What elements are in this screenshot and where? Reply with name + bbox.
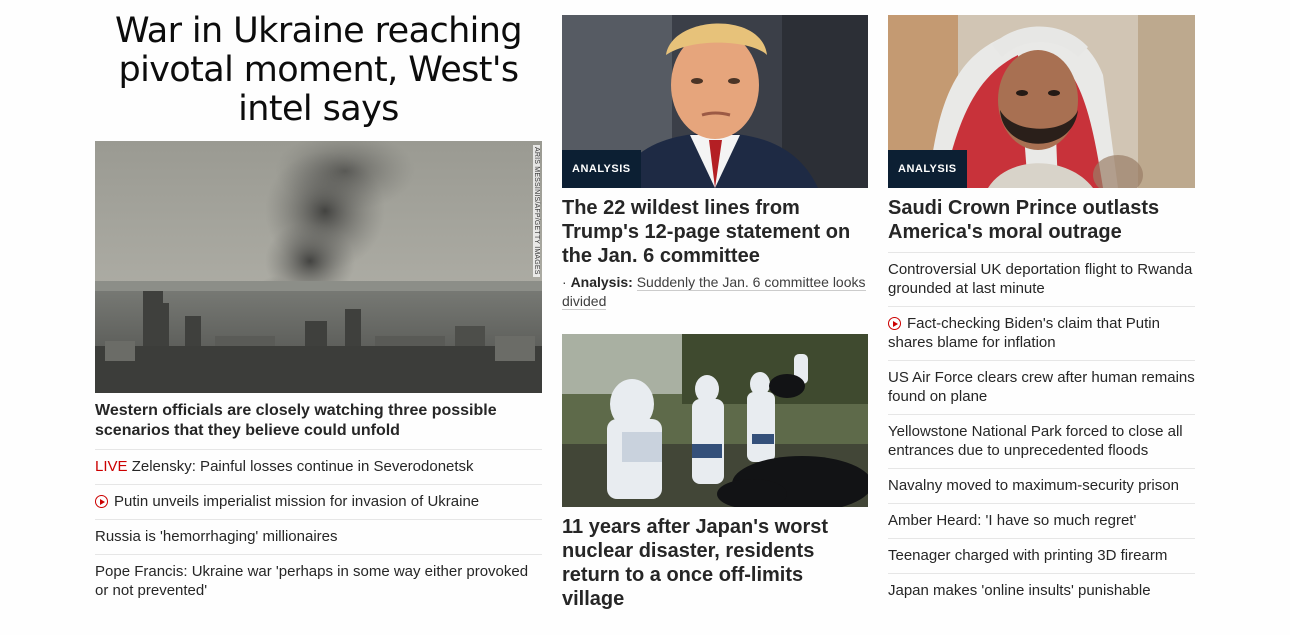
lead-story: War in Ukraine reaching pivotal moment, … xyxy=(95,0,542,608)
japan-image-graphic xyxy=(562,334,868,507)
list-item[interactable]: LIVE Zelensky: Painful losses continue i… xyxy=(95,449,542,484)
trump-story-card: ANALYSIS The 22 wildest lines from Trump… xyxy=(562,15,868,311)
list-item[interactable]: Russia is 'hemorrhaging' millionaires xyxy=(95,519,542,554)
lead-headline: War in Ukraine reaching pivotal moment, … xyxy=(114,11,523,129)
list-item[interactable]: Teenager charged with printing 3D firear… xyxy=(888,538,1195,573)
image-credit: ARIS MESSINIS/AFP/GETTY IMAGES xyxy=(533,145,540,277)
right-column: ANALYSIS Saudi Crown Prince outlasts Ame… xyxy=(888,0,1195,608)
card-title: 11 years after Japan's worst nuclear dis… xyxy=(562,516,829,610)
japan-title-link[interactable]: 11 years after Japan's worst nuclear dis… xyxy=(562,515,868,611)
japan-image[interactable] xyxy=(562,334,868,507)
saudi-story-card: ANALYSIS Saudi Crown Prince outlasts Ame… xyxy=(888,15,1195,244)
list-item-text: Japan makes 'online insults' punishable xyxy=(888,582,1151,599)
lead-image-graphic xyxy=(95,141,542,393)
trump-image[interactable]: ANALYSIS xyxy=(562,15,868,188)
lead-related-list: LIVE Zelensky: Painful losses continue i… xyxy=(95,449,542,608)
sub-label: Analysis: xyxy=(570,274,633,290)
japan-story-card: 11 years after Japan's worst nuclear dis… xyxy=(562,334,868,611)
card-title: Saudi Crown Prince outlasts America's mo… xyxy=(888,197,1160,243)
list-item-text: US Air Force clears crew after human rem… xyxy=(888,369,1195,405)
list-item-text: Navalny moved to maximum-security prison xyxy=(888,477,1179,494)
middle-column: ANALYSIS The 22 wildest lines from Trump… xyxy=(562,0,868,611)
list-item[interactable]: Pope Francis: Ukraine war 'perhaps in so… xyxy=(95,554,542,608)
list-item-text: Controversial UK deportation flight to R… xyxy=(888,261,1193,297)
list-item-text: Fact-checking Biden's claim that Putin s… xyxy=(888,315,1160,351)
list-item-text: Amber Heard: 'I have so much regret' xyxy=(888,512,1137,529)
play-video-icon xyxy=(888,317,901,330)
live-badge: LIVE xyxy=(95,458,128,475)
list-item[interactable]: Yellowstone National Park forced to clos… xyxy=(888,414,1195,468)
list-item[interactable]: Japan makes 'online insults' punishable xyxy=(888,573,1195,608)
list-item[interactable]: Controversial UK deportation flight to R… xyxy=(888,252,1195,306)
trump-title-link[interactable]: The 22 wildest lines from Trump's 12-pag… xyxy=(562,196,868,268)
list-item[interactable]: Navalny moved to maximum-security prison xyxy=(888,468,1195,503)
analysis-badge: ANALYSIS xyxy=(562,150,641,188)
card-title: The 22 wildest lines from Trump's 12-pag… xyxy=(562,197,851,267)
list-item[interactable]: US Air Force clears crew after human rem… xyxy=(888,360,1195,414)
list-item[interactable]: Putin unveils imperialist mission for in… xyxy=(95,484,542,519)
card-sub-link[interactable]: · Analysis: Suddenly the Jan. 6 committe… xyxy=(562,273,868,311)
list-item-text: Yellowstone National Park forced to clos… xyxy=(888,423,1183,459)
saudi-title-link[interactable]: Saudi Crown Prince outlasts America's mo… xyxy=(888,196,1195,244)
list-item-text: Putin unveils imperialist mission for in… xyxy=(114,493,480,510)
list-item-text: Teenager charged with printing 3D firear… xyxy=(888,547,1168,564)
lead-subheadline-link[interactable]: Western officials are closely watching t… xyxy=(95,401,542,441)
list-item[interactable]: Amber Heard: 'I have so much regret' xyxy=(888,503,1195,538)
play-video-icon xyxy=(95,495,108,508)
lead-image[interactable]: ARIS MESSINIS/AFP/GETTY IMAGES xyxy=(95,141,542,393)
analysis-badge: ANALYSIS xyxy=(888,150,967,188)
list-item[interactable]: Fact-checking Biden's claim that Putin s… xyxy=(888,306,1195,360)
bullet: · xyxy=(562,274,571,290)
headlines-list: Controversial UK deportation flight to R… xyxy=(888,252,1195,608)
list-item-text: Pope Francis: Ukraine war 'perhaps in so… xyxy=(95,563,529,599)
list-item-text: Zelensky: Painful losses continue in Sev… xyxy=(131,458,474,475)
lead-headline-link[interactable]: War in Ukraine reaching pivotal moment, … xyxy=(95,12,542,129)
lead-subheadline: Western officials are closely watching t… xyxy=(95,402,497,439)
saudi-image[interactable]: ANALYSIS xyxy=(888,15,1195,188)
list-item-text: Russia is 'hemorrhaging' millionaires xyxy=(95,528,338,545)
